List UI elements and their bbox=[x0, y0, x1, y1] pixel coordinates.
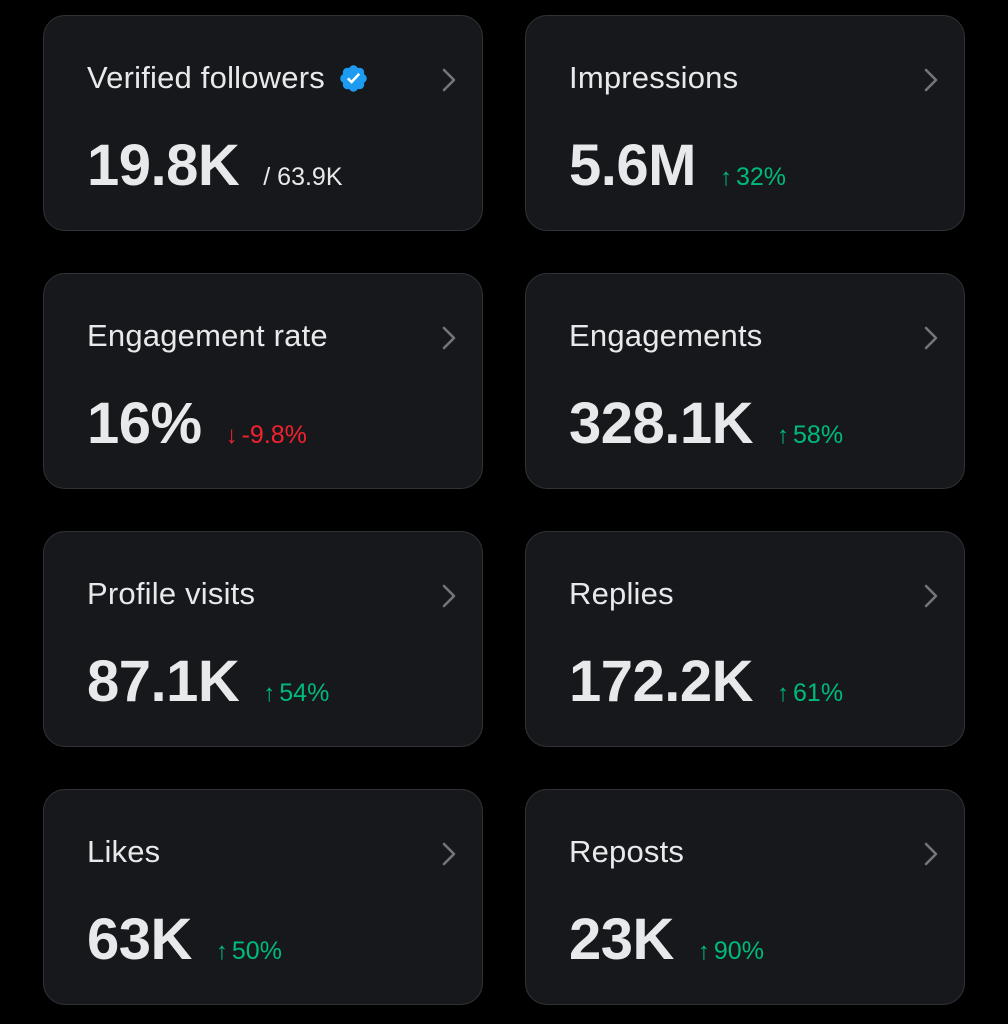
card-title: Verified followers bbox=[87, 60, 369, 96]
card-engagements[interactable]: Engagements 328.1K ↑ 58% bbox=[525, 273, 965, 489]
change-percent: 58% bbox=[793, 421, 844, 449]
change-indicator: ↑ 50% bbox=[216, 937, 282, 966]
card-title-label: Engagement rate bbox=[87, 318, 328, 353]
metric-value-row: 23K ↑ 90% bbox=[569, 908, 764, 972]
change-percent: -9.8% bbox=[241, 421, 307, 449]
card-title-label: Reposts bbox=[569, 834, 685, 869]
chevron-right-icon[interactable] bbox=[920, 582, 942, 610]
card-profile-visits[interactable]: Profile visits 87.1K ↑ 54% bbox=[43, 531, 483, 747]
metric-value: 5.6M bbox=[569, 133, 696, 198]
metric-total: / 63.9K bbox=[263, 163, 343, 191]
change-indicator: ↓ -9.8% bbox=[226, 421, 307, 450]
metric-value: 19.8K bbox=[87, 133, 240, 198]
chevron-right-icon[interactable] bbox=[920, 840, 942, 868]
chevron-right-icon[interactable] bbox=[920, 66, 942, 94]
metric-value: 63K bbox=[87, 907, 192, 972]
arrow-up-icon: ↑ bbox=[777, 680, 790, 707]
change-percent: 90% bbox=[713, 937, 764, 965]
chevron-right-icon[interactable] bbox=[920, 324, 942, 352]
card-title-label: Impressions bbox=[569, 60, 739, 95]
change-indicator: ↑ 90% bbox=[698, 937, 764, 966]
card-reposts[interactable]: Reposts 23K ↑ 90% bbox=[525, 789, 965, 1005]
metric-value: 16% bbox=[87, 391, 202, 456]
chevron-right-icon[interactable] bbox=[438, 840, 460, 868]
card-title-label: Engagements bbox=[569, 318, 763, 353]
card-title: Reposts bbox=[569, 834, 684, 870]
arrow-up-icon: ↑ bbox=[263, 680, 276, 707]
arrow-up-icon: ↑ bbox=[697, 938, 710, 965]
chevron-right-icon[interactable] bbox=[438, 324, 460, 352]
arrow-up-icon: ↑ bbox=[215, 938, 228, 965]
card-title-label: Profile visits bbox=[87, 576, 256, 611]
card-title: Engagement rate bbox=[87, 318, 328, 354]
card-title-label: Replies bbox=[569, 576, 674, 611]
analytics-card-grid: Verified followers 19.8K / 63.9K Impress… bbox=[43, 15, 965, 1005]
change-percent: 61% bbox=[793, 679, 844, 707]
change-indicator: ↑ 61% bbox=[777, 679, 843, 708]
card-title: Profile visits bbox=[87, 576, 255, 612]
change-indicator: ↑ 54% bbox=[263, 679, 329, 708]
metric-value-row: 5.6M ↑ 32% bbox=[569, 134, 786, 198]
metric-value: 172.2K bbox=[569, 649, 754, 714]
metric-value: 87.1K bbox=[87, 649, 240, 714]
card-replies[interactable]: Replies 172.2K ↑ 61% bbox=[525, 531, 965, 747]
arrow-up-icon: ↑ bbox=[719, 164, 732, 191]
change-indicator: ↑ 58% bbox=[777, 421, 843, 450]
card-impressions[interactable]: Impressions 5.6M ↑ 32% bbox=[525, 15, 965, 231]
verified-badge-icon bbox=[338, 63, 369, 94]
metric-value-row: 63K ↑ 50% bbox=[87, 908, 282, 972]
arrow-up-icon: ↑ bbox=[777, 422, 790, 449]
card-likes[interactable]: Likes 63K ↑ 50% bbox=[43, 789, 483, 1005]
metric-value-row: 87.1K ↑ 54% bbox=[87, 650, 329, 714]
change-percent: 50% bbox=[231, 937, 282, 965]
metric-value-row: 19.8K / 63.9K bbox=[87, 134, 343, 198]
card-verified-followers[interactable]: Verified followers 19.8K / 63.9K bbox=[43, 15, 483, 231]
metric-value: 328.1K bbox=[569, 391, 754, 456]
metric-value-row: 172.2K ↑ 61% bbox=[569, 650, 843, 714]
metric-value: 23K bbox=[569, 907, 674, 972]
change-indicator: ↑ 32% bbox=[720, 163, 786, 192]
metric-value-row: 328.1K ↑ 58% bbox=[569, 392, 843, 456]
change-percent: 32% bbox=[735, 163, 786, 191]
card-title: Impressions bbox=[569, 60, 738, 96]
metric-value-row: 16% ↓ -9.8% bbox=[87, 392, 307, 456]
card-engagement-rate[interactable]: Engagement rate 16% ↓ -9.8% bbox=[43, 273, 483, 489]
change-percent: 54% bbox=[279, 679, 330, 707]
card-title-label: Likes bbox=[87, 834, 161, 869]
chevron-right-icon[interactable] bbox=[438, 582, 460, 610]
card-title-label: Verified followers bbox=[87, 60, 325, 95]
chevron-right-icon[interactable] bbox=[438, 66, 460, 94]
card-title: Replies bbox=[569, 576, 674, 612]
arrow-down-icon: ↓ bbox=[225, 422, 238, 449]
card-title: Likes bbox=[87, 834, 160, 870]
card-title: Engagements bbox=[569, 318, 763, 354]
